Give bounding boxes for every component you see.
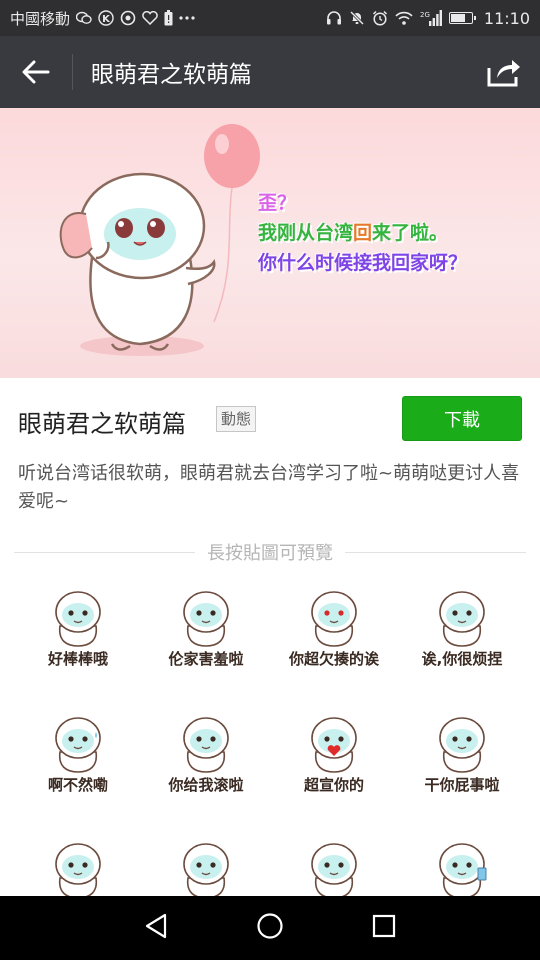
banner-text-line2-highlight: 回: [353, 222, 373, 244]
share-icon: [487, 60, 520, 87]
divider-line-right: [345, 551, 526, 553]
signal-icon: 2G: [420, 10, 442, 26]
animated-tag-badge: 動態: [216, 406, 257, 432]
status-time: 11:10: [483, 8, 530, 28]
sticker-caption: 你超欠揍的诶: [288, 650, 379, 668]
preview-hint-divider: 長按貼圖可預覽: [14, 538, 526, 566]
sticker-item[interactable]: 你超欠揍的诶: [270, 580, 398, 704]
svg-text:K: K: [102, 14, 111, 25]
sticker-caption: 好棒棒哦: [47, 650, 108, 668]
sticker-pack-banner: 歪？ 我刚从台湾回来了啦。 你什么时候接我回家呀？: [0, 108, 540, 378]
divider-line-left: [14, 551, 195, 553]
sticker-mascot-image: [439, 591, 485, 647]
sticker-item[interactable]: 啊不然嘞: [14, 706, 142, 830]
battery-alert-icon: [164, 10, 173, 26]
sticker-caption: 啊不然嘞: [47, 776, 108, 794]
sticker-item[interactable]: 干你屁事啦: [398, 706, 526, 830]
recents-square-icon: [372, 914, 396, 938]
sticker-caption: 干你屁事啦: [424, 776, 500, 794]
download-button[interactable]: 下載: [402, 396, 522, 441]
back-triangle-icon: [145, 913, 167, 939]
headset-icon: [326, 10, 342, 26]
system-back-button[interactable]: [144, 913, 168, 943]
system-home-button[interactable]: [256, 912, 284, 944]
carrier-label: 中國移動: [10, 9, 71, 28]
banner-text-line3: 你什么时候接我回家呀？: [258, 252, 468, 274]
pack-description: 听说台湾话很软萌，眼萌君就去台湾学习了啦~萌萌哒更讨人喜爱呢~: [18, 463, 520, 512]
signal-label: 2G: [420, 11, 430, 19]
navigation-bar: 眼萌君之软萌篇: [0, 36, 540, 108]
sticker-mascot-image: [439, 717, 485, 773]
k-icon: K: [98, 10, 114, 26]
sticker-caption: 你给我滚啦: [168, 776, 244, 794]
system-recents-button[interactable]: [372, 914, 396, 942]
home-circle-icon: [257, 913, 283, 939]
battery-icon: [448, 10, 476, 26]
sticker-item[interactable]: 诶,你很烦捏: [398, 580, 526, 704]
sticker-mascot-image: [311, 717, 357, 773]
sticker-mascot-image: [439, 843, 487, 899]
sticker-mascot-image: [311, 591, 357, 647]
heart-icon: [142, 10, 158, 26]
sticker-item[interactable]: 好棒棒哦: [14, 580, 142, 704]
wifi-icon: [395, 10, 413, 26]
back-button[interactable]: [0, 36, 72, 108]
sticker-mascot-image: [183, 843, 229, 899]
sticker-mascot-image: [183, 717, 229, 773]
sticker-caption: 超宣你的: [303, 776, 364, 794]
sticker-mascot-image: [311, 843, 357, 899]
banner-text-line2: 我刚从台湾回来了啦。: [258, 218, 448, 245]
preview-hint: 長按貼圖可預覽: [207, 543, 333, 564]
sticker-item[interactable]: 你给我滚啦: [142, 706, 270, 830]
pack-title: 眼萌君之软萌篇: [18, 410, 186, 438]
sticker-mascot-image: [55, 843, 101, 899]
nav-divider: [72, 54, 73, 90]
sticker-caption: 诶,你很烦捏: [421, 650, 503, 668]
arrow-left-icon: [22, 60, 50, 84]
banner-text-line1: 歪？: [258, 192, 297, 214]
banner-text-line2-c: 来了啦。: [372, 222, 449, 244]
banner-text-line2-a: 我刚从台湾: [258, 222, 354, 244]
more-icon: [179, 10, 195, 26]
page-title: 眼萌君之软萌篇: [91, 62, 252, 88]
mute-icon: [349, 10, 365, 26]
share-button[interactable]: [468, 36, 540, 108]
mascot-illustration: [59, 124, 260, 356]
android-navigation-bar: [0, 896, 540, 960]
sticker-mascot-image: [55, 717, 101, 773]
sticker-mascot-image: [55, 591, 101, 647]
sticker-item[interactable]: 伦家害羞啦: [142, 580, 270, 704]
sticker-mascot-image: [183, 591, 229, 647]
wechat-icon: [76, 10, 92, 26]
sync-icon: [120, 10, 136, 26]
alarm-icon: [372, 10, 388, 26]
sticker-pack-detail-screen: 中國移動 K 2G 11:10 眼萌君之软萌篇 歪？ 我刚从台湾回来了啦。 你什…: [0, 0, 540, 960]
sticker-item[interactable]: 超宣你的: [270, 706, 398, 830]
status-bar: 中國移動 K 2G 11:10: [0, 0, 540, 36]
sticker-caption: 伦家害羞啦: [168, 650, 244, 668]
